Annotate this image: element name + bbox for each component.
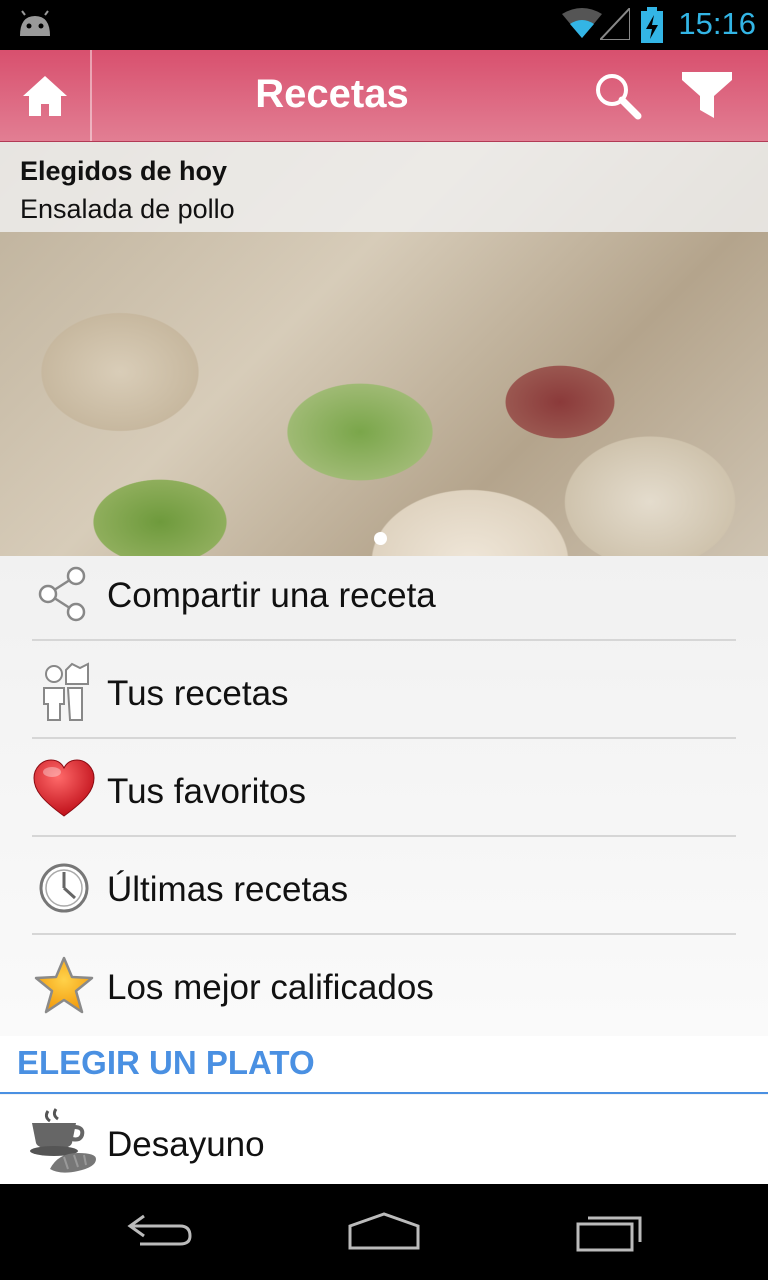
page-title: Recetas — [255, 72, 409, 116]
menu-item-label: Tus recetas — [107, 674, 289, 713]
menu-item-label: Compartir una receta — [107, 576, 436, 615]
category-item-breakfast[interactable]: Desayuno — [0, 1095, 768, 1184]
search-icon[interactable] — [592, 70, 642, 120]
star-icon — [34, 956, 94, 1014]
menu-item-share[interactable]: Compartir una receta — [32, 562, 736, 660]
filter-icon[interactable] — [680, 70, 734, 120]
featured-heading: Elegidos de hoy — [20, 156, 228, 186]
menu-divider — [32, 737, 736, 739]
wifi-icon — [562, 8, 602, 38]
heart-icon — [33, 759, 95, 817]
breakfast-icon — [30, 1108, 96, 1173]
home-divider — [90, 50, 92, 141]
clock-icon — [39, 863, 89, 913]
home-icon — [23, 75, 67, 116]
main-menu-list: Compartir una receta Tus recetas Tus fav… — [0, 556, 768, 1036]
share-icon — [38, 566, 86, 622]
section-title: ELEGIR UN PLATO — [17, 1044, 315, 1081]
section-header: ELEGIR UN PLATO — [0, 1036, 768, 1094]
menu-item-favorites[interactable]: Tus favoritos — [32, 758, 736, 856]
category-label: Desayuno — [107, 1125, 265, 1164]
android-debug-icon — [20, 10, 50, 36]
featured-caption: Elegidos de hoy Ensalada de pollo — [0, 142, 768, 232]
status-clock: 15:16 — [678, 6, 756, 41]
recent-apps-icon[interactable] — [574, 1210, 646, 1254]
menu-item-label: Últimas recetas — [107, 870, 349, 909]
system-nav-bar — [0, 1184, 768, 1280]
chef-icon — [43, 662, 89, 721]
menu-divider — [32, 835, 736, 837]
menu-item-latest[interactable]: Últimas recetas — [32, 856, 736, 954]
battery-charging-icon — [641, 7, 663, 43]
status-bar: 15:16 — [0, 0, 768, 50]
menu-divider — [32, 933, 736, 935]
menu-item-label: Los mejor calificados — [107, 968, 434, 1007]
menu-divider — [32, 639, 736, 641]
menu-item-label: Tus favoritos — [107, 772, 307, 811]
menu-item-my-recipes[interactable]: Tus recetas — [32, 660, 736, 758]
featured-recipe-name: Ensalada de pollo — [20, 194, 235, 224]
back-icon[interactable] — [124, 1210, 196, 1250]
signal-icon — [600, 8, 630, 40]
action-bar: Recetas — [0, 50, 768, 142]
section-divider — [0, 1092, 768, 1094]
home-button[interactable] — [0, 50, 90, 141]
carousel-page-indicator — [374, 532, 387, 545]
featured-recipe-banner[interactable]: Elegidos de hoy Ensalada de pollo — [0, 142, 768, 556]
home-nav-icon[interactable] — [346, 1210, 422, 1254]
